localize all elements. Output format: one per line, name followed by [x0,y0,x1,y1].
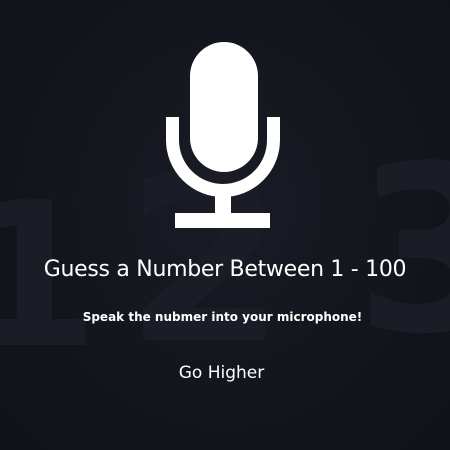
instruction-text: Speak the nubmer into your microphone! [82,310,363,324]
page-title: Guess a Number Between 1 - 100 [43,257,407,282]
game-screen: 1 2 3 Guess a Number Between 1 - 100 Spe… [0,0,450,450]
microphone-icon[interactable] [160,40,280,235]
guess-feedback: Go Higher [178,363,265,383]
svg-text:3: 3 [355,118,450,385]
